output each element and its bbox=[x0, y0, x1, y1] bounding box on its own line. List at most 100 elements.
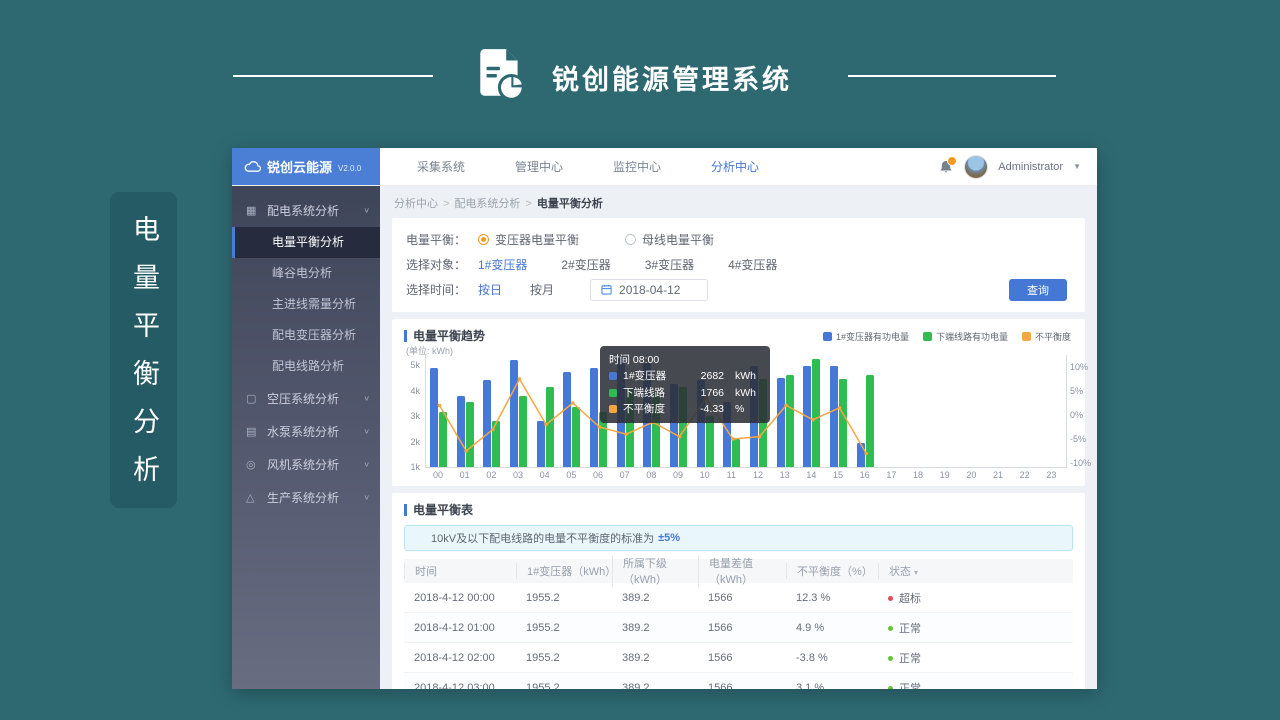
brand-name: 锐创云能源 bbox=[267, 157, 332, 176]
legend-chip bbox=[1022, 332, 1031, 341]
x-axis-tick: 09 bbox=[665, 470, 691, 480]
x-axis-tick: 04 bbox=[532, 470, 558, 480]
sidebar-group-7[interactable]: ▤水泵系统分析∨ bbox=[232, 415, 380, 448]
slide-title: 锐创能源管理系统 bbox=[552, 58, 792, 97]
tooltip-series-chip bbox=[609, 405, 617, 413]
table-cell: -3.8 % bbox=[786, 652, 878, 664]
x-axis-tick: 08 bbox=[638, 470, 664, 480]
legend-label: 1#变压器有功电量 bbox=[836, 330, 909, 343]
sidebar-item-1[interactable]: 电量平衡分析 bbox=[232, 227, 380, 258]
top-nav-item-1[interactable]: 管理中心 bbox=[490, 158, 588, 175]
breadcrumb-item-0[interactable]: 分析中心 bbox=[394, 198, 438, 210]
top-nav-item-3[interactable]: 分析中心 bbox=[686, 158, 784, 175]
table-header-4: 不平衡度（%） bbox=[786, 563, 878, 579]
y-axis-left-tick: 2k bbox=[394, 437, 420, 447]
query-button[interactable]: 查询 bbox=[1009, 279, 1067, 301]
app-logo[interactable]: 锐创云能源 V2.0.0 bbox=[232, 148, 380, 185]
table-cell: 1955.2 bbox=[516, 682, 612, 690]
notification-bell-icon[interactable] bbox=[938, 159, 954, 175]
breadcrumb-item-1[interactable]: 配电系统分析 bbox=[454, 198, 520, 210]
sidebar-item-4[interactable]: 配电变压器分析 bbox=[232, 320, 380, 351]
sidebar-group-8[interactable]: ◎风机系统分析∨ bbox=[232, 448, 380, 481]
status-badge: 正常 bbox=[878, 620, 1073, 636]
x-axis-tick: 16 bbox=[852, 470, 878, 480]
chevron-down-icon[interactable]: ▼ bbox=[1073, 162, 1081, 171]
tooltip-time: 时间 08:00 bbox=[609, 352, 761, 368]
table-cell: 1566 bbox=[698, 622, 786, 634]
brand-version: V2.0.0 bbox=[338, 164, 361, 173]
time-option-day[interactable]: 按日 bbox=[478, 281, 502, 298]
table-header-1: 1#变压器（kWh） bbox=[516, 563, 612, 579]
object-option-4[interactable]: 4#变压器 bbox=[728, 256, 777, 273]
legend-item-0[interactable]: 1#变压器有功电量 bbox=[823, 330, 909, 343]
table-cell: 1955.2 bbox=[516, 592, 612, 604]
compressor-icon: ▢ bbox=[246, 392, 260, 405]
table-cell: 1566 bbox=[698, 652, 786, 664]
sidebar-item-3[interactable]: 主进线需量分析 bbox=[232, 289, 380, 320]
table-cell: 12.3 % bbox=[786, 592, 878, 604]
sidebar-group-label: 空压系统分析 bbox=[267, 390, 339, 407]
x-axis-tick: 17 bbox=[878, 470, 904, 480]
status-dot bbox=[888, 626, 893, 631]
sidebar: ▦配电系统分析∨电量平衡分析峰谷电分析主进线需量分析配电变压器分析配电线路分析 ▢… bbox=[232, 186, 380, 689]
sidebar-group-9[interactable]: △ 生产系统分析 ∨ bbox=[232, 481, 380, 514]
balance-table-card: 电量平衡表 10kV及以下配电线路的电量不平衡度的标准为 ±5% 时间1#变压器… bbox=[392, 493, 1085, 689]
legend-label: 下端线路有功电量 bbox=[936, 330, 1008, 343]
sort-caret-icon[interactable]: ▾ bbox=[914, 568, 918, 577]
topbar-right: Administrator ▼ bbox=[938, 148, 1097, 185]
legend-chip bbox=[923, 332, 932, 341]
sidebar-item-2[interactable]: 峰谷电分析 bbox=[232, 258, 380, 289]
tooltip-series-chip bbox=[609, 389, 617, 397]
object-option-3[interactable]: 3#变压器 bbox=[645, 256, 694, 273]
tooltip-series-chip bbox=[609, 372, 617, 380]
radio-busbar-balance[interactable]: 母线电量平衡 bbox=[625, 231, 714, 248]
avatar[interactable] bbox=[964, 155, 988, 179]
status-label: 正常 bbox=[899, 683, 921, 690]
x-axis-tick: 23 bbox=[1038, 470, 1064, 480]
chevron-down-icon: ∨ bbox=[363, 460, 370, 469]
sidebar-group-label: 生产系统分析 bbox=[267, 489, 339, 506]
time-option-month[interactable]: 按月 bbox=[530, 281, 554, 298]
breadcrumb: 分析中心>配电系统分析>电量平衡分析 bbox=[380, 186, 1097, 218]
x-axis-tick: 06 bbox=[585, 470, 611, 480]
object-option-2[interactable]: 2#变压器 bbox=[561, 256, 610, 273]
table-header-5[interactable]: 状态▾ bbox=[878, 563, 1073, 579]
table-title: 电量平衡表 bbox=[392, 493, 1085, 518]
calendar-icon bbox=[601, 284, 612, 295]
legend-item-1[interactable]: 下端线路有功电量 bbox=[923, 330, 1008, 343]
status-label: 正常 bbox=[899, 653, 921, 665]
table-cell: 4.9 % bbox=[786, 622, 878, 634]
table-header-0: 时间 bbox=[404, 563, 516, 579]
grid-icon: ▦ bbox=[246, 204, 260, 217]
object-option-1[interactable]: 1#变压器 bbox=[478, 256, 527, 273]
sidebar-group-0[interactable]: ▦配电系统分析∨ bbox=[232, 194, 380, 227]
x-axis-tick: 22 bbox=[1012, 470, 1038, 480]
chevron-down-icon: ∨ bbox=[363, 493, 370, 502]
status-label: 正常 bbox=[899, 623, 921, 635]
y-axis-right-tick: -5% bbox=[1070, 434, 1086, 444]
table-row: 2018-4-12 00:001955.2389.2156612.3 %超标 bbox=[404, 583, 1073, 613]
table-cell: 1955.2 bbox=[516, 652, 612, 664]
x-axis-tick: 15 bbox=[825, 470, 851, 480]
app-window: 锐创云能源 V2.0.0 采集系统管理中心监控中心分析中心 Administra… bbox=[232, 148, 1097, 689]
top-nav-item-0[interactable]: 采集系统 bbox=[392, 158, 490, 175]
top-nav-item-2[interactable]: 监控中心 bbox=[588, 158, 686, 175]
header-divider-left bbox=[233, 75, 433, 77]
table-cell: 389.2 bbox=[612, 622, 698, 634]
legend-item-2[interactable]: 不平衡度 bbox=[1022, 330, 1071, 343]
sidebar-group-6[interactable]: ▢空压系统分析∨ bbox=[232, 382, 380, 415]
radio-transformer-balance[interactable]: 变压器电量平衡 bbox=[478, 231, 579, 248]
x-axis-tick: 00 bbox=[425, 470, 451, 480]
table-row: 2018-4-12 03:001955.2389.215663.1 %正常 bbox=[404, 673, 1073, 689]
breadcrumb-separator: > bbox=[525, 198, 531, 210]
date-picker[interactable]: 2018-04-12 bbox=[590, 279, 708, 301]
filter-panel: 电量平衡： 变压器电量平衡 母线电量平衡 选择对象： 1#变压器 bbox=[392, 218, 1085, 312]
breadcrumb-separator: > bbox=[443, 198, 449, 210]
sidebar-item-5[interactable]: 配电线路分析 bbox=[232, 351, 380, 382]
chevron-down-icon: ∨ bbox=[363, 427, 370, 436]
y-axis-left-tick: 4k bbox=[394, 386, 420, 396]
table-cell: 3.1 % bbox=[786, 682, 878, 690]
production-icon: △ bbox=[246, 491, 260, 504]
y-axis-right-tick: 0% bbox=[1070, 410, 1083, 420]
y-axis-left-tick: 1k bbox=[394, 462, 420, 472]
